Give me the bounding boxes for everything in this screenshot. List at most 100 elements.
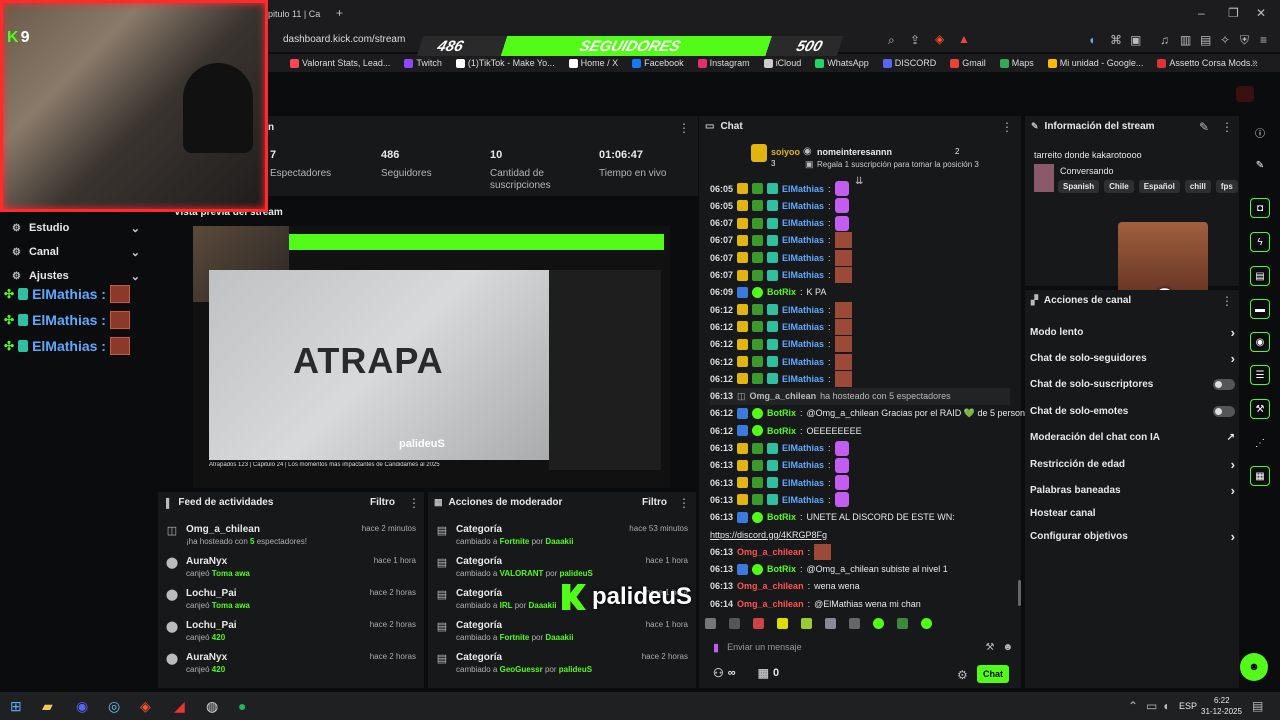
feed-item[interactable]: ⬤ Lochu_Pai canjeó Toma awa hace 2 horas xyxy=(166,588,416,620)
brave-shield-icon[interactable]: ◈ xyxy=(935,32,944,46)
stream-preview[interactable]: ATRAPA palideuS Atrapados 123 | Capitulo… xyxy=(193,226,670,488)
info-icon[interactable]: ⓘ xyxy=(1250,122,1270,142)
bookmark-9[interactable]: Gmail xyxy=(950,58,986,68)
menu-icon[interactable]: ≡ xyxy=(1260,33,1267,47)
chat-username[interactable]: Omg_a_chilean xyxy=(750,391,817,401)
channel-action-item[interactable]: Chat de solo-emotes xyxy=(1030,401,1235,421)
chevron-right-icon[interactable]: › xyxy=(1231,529,1235,544)
chat-input[interactable]: ▮ Enviar un mensaje ⚒ ☻ xyxy=(713,636,1013,658)
emoji-icon[interactable]: ☻ xyxy=(1002,642,1013,653)
chat-message[interactable]: 06:13 ◫ Omg_a_chilean ha hosteado con 5 es… xyxy=(710,387,1010,405)
bookmark-2[interactable]: (1)TikTok - Make Yo... xyxy=(455,58,555,68)
second-gifter[interactable]: nomeinteresannn xyxy=(817,147,892,157)
flash-icon[interactable]: ϟ xyxy=(1250,232,1270,252)
feed-item[interactable]: ⬤ Lochu_Pai canjeó 420 hace 2 horas xyxy=(166,620,416,652)
chat-message[interactable]: 06:13 ElMathias: xyxy=(710,491,849,508)
channel-action-item[interactable]: Configurar objetivos › xyxy=(1030,526,1235,546)
chat-message[interactable]: 06:05 ElMathias: xyxy=(710,197,849,214)
mic-icon[interactable]: ▮ xyxy=(713,641,719,654)
share-icon[interactable]: ⋰ xyxy=(1250,433,1270,453)
chat-message[interactable]: 06:13 Omg_a_chilean: xyxy=(710,543,832,560)
stream-tag[interactable]: Chile xyxy=(1104,180,1134,193)
chevron-right-icon[interactable]: › xyxy=(1231,325,1235,340)
channel-action-item[interactable]: Restricción de edad › xyxy=(1030,454,1235,474)
bookmark-11[interactable]: Mi unidad - Google... xyxy=(1047,58,1143,68)
list-icon[interactable]: ☰ xyxy=(1250,365,1270,385)
help-button[interactable]: ☻ xyxy=(1240,653,1268,681)
chat-username[interactable]: Omg_a_chilean xyxy=(737,581,804,591)
chat-username[interactable]: ElMathias xyxy=(782,201,824,211)
chat-message[interactable]: 06:05 ElMathias: xyxy=(710,180,849,197)
command-icon[interactable]: ⚒ xyxy=(986,642,995,653)
chat-message[interactable]: 06:07 ElMathias: xyxy=(710,215,849,232)
chat-username[interactable]: ElMathias xyxy=(782,184,824,194)
chat-message[interactable]: https://discord.gg/4KRGP8Fg xyxy=(710,526,827,543)
windows-start-icon[interactable]: ⊞ xyxy=(10,698,22,715)
chevron-right-icon[interactable]: › xyxy=(1231,483,1235,498)
discord-icon[interactable]: ◉ xyxy=(76,698,88,715)
chat-scrollbar[interactable] xyxy=(1018,580,1021,606)
bookmark-0[interactable]: Valorant Stats, Lead... xyxy=(290,58,390,68)
emote-4[interactable] xyxy=(777,617,788,629)
chat-username[interactable]: ElMathias xyxy=(782,322,824,332)
bookmark-1[interactable]: Twitch xyxy=(404,58,442,68)
bookmark-10[interactable]: Maps xyxy=(999,58,1034,68)
actions-menu-icon[interactable]: ⋮ xyxy=(1221,294,1233,308)
chat-username[interactable]: BotRix xyxy=(767,426,796,436)
emote-7[interactable] xyxy=(849,617,860,629)
emote-6[interactable] xyxy=(825,617,836,629)
chat-message[interactable]: 06:12 ElMathias: xyxy=(710,336,852,353)
feed-item[interactable]: ⬤ AuraNyx canjeó Toma awa hace 1 hora xyxy=(166,556,416,588)
chat-username[interactable]: Omg_a_chilean xyxy=(737,547,804,557)
clock-time[interactable]: 6:22 xyxy=(1214,696,1230,705)
feed-item[interactable]: ⬤ AuraNyx canjeó 420 hace 2 horas xyxy=(166,652,416,684)
document-icon[interactable]: ▤ xyxy=(1250,266,1270,286)
chat-username[interactable]: ElMathias xyxy=(782,460,824,470)
edit-icon[interactable]: ✎ xyxy=(1199,120,1209,134)
sidebar-icon[interactable]: ▥ xyxy=(1180,33,1191,47)
channel-action-item[interactable]: Hostear canal xyxy=(1030,503,1235,523)
chat-username[interactable]: ElMathias xyxy=(782,235,824,245)
chat-username[interactable]: BotRix xyxy=(767,564,796,574)
channel-action-item[interactable]: Palabras baneadas › xyxy=(1030,480,1235,500)
channel-action-item[interactable]: Chat de solo-suscriptores xyxy=(1030,374,1235,394)
activity-menu-icon[interactable]: ⋮ xyxy=(408,496,420,510)
bookmarks-overflow-icon[interactable]: » xyxy=(1252,57,1258,68)
info-menu-icon[interactable]: ⋮ xyxy=(1221,120,1233,134)
url-text[interactable]: dashboard.kick.com/stream xyxy=(283,34,405,45)
emote-8[interactable] xyxy=(873,617,884,629)
volume-icon[interactable]: ◖ xyxy=(1162,699,1169,713)
brave-icon[interactable]: ◈ xyxy=(140,698,151,715)
new-tab-icon[interactable]: + xyxy=(336,6,343,20)
chat-input-placeholder[interactable]: Enviar un mensaje xyxy=(727,642,802,652)
chat-message[interactable]: 06:07 ElMathias: xyxy=(710,232,852,249)
nav-ajustes[interactable]: ⚙ Ajustes ⌄ xyxy=(0,266,150,286)
network-icon[interactable]: ▭ xyxy=(1146,699,1157,713)
channel-action-item[interactable]: Chat de solo-seguidores › xyxy=(1030,348,1235,368)
external-link-icon[interactable]: ↗ xyxy=(1227,432,1235,443)
top-gifter[interactable]: soiyoo xyxy=(771,147,800,157)
bookmark-8[interactable]: DISCORD xyxy=(882,58,936,68)
bookmark-4[interactable]: Facebook xyxy=(632,58,684,68)
bookmark-7[interactable]: WhatsApp xyxy=(815,58,869,68)
chat-username[interactable]: ElMathias xyxy=(782,478,824,488)
chat-message[interactable]: 06:13 ElMathias: xyxy=(710,440,849,457)
browser-tab[interactable]: pitulo 11 | Ca xyxy=(268,4,328,24)
chevron-right-icon[interactable]: › xyxy=(1231,351,1235,366)
emote-1[interactable] xyxy=(705,617,716,629)
chat-icon[interactable]: ▬ xyxy=(1250,299,1270,319)
chat-link[interactable]: https://discord.gg/4KRGP8Fg xyxy=(710,530,827,540)
chat-send-button[interactable]: Chat xyxy=(977,665,1009,683)
chat-username[interactable]: ElMathias xyxy=(782,357,824,367)
toggle-switch[interactable] xyxy=(1213,405,1235,417)
tabs-icon[interactable]: ▤ xyxy=(1200,33,1211,47)
pen-icon[interactable]: ✎ xyxy=(1250,155,1270,175)
chat-username[interactable]: ElMathias xyxy=(782,374,824,384)
tray-overflow-icon[interactable]: ⌃ xyxy=(1128,699,1138,713)
bookmark-6[interactable]: iCloud xyxy=(763,58,801,68)
nav-estudio[interactable]: ⚙ Estudio ⌄ xyxy=(0,218,150,238)
channel-action-item[interactable]: Moderación del chat con IA ↗ xyxy=(1030,427,1235,447)
clock-date[interactable]: 31-12-2025 xyxy=(1201,707,1242,716)
mod-menu-icon[interactable]: ⋮ xyxy=(678,496,690,510)
language-indicator[interactable]: ESP xyxy=(1179,701,1197,711)
